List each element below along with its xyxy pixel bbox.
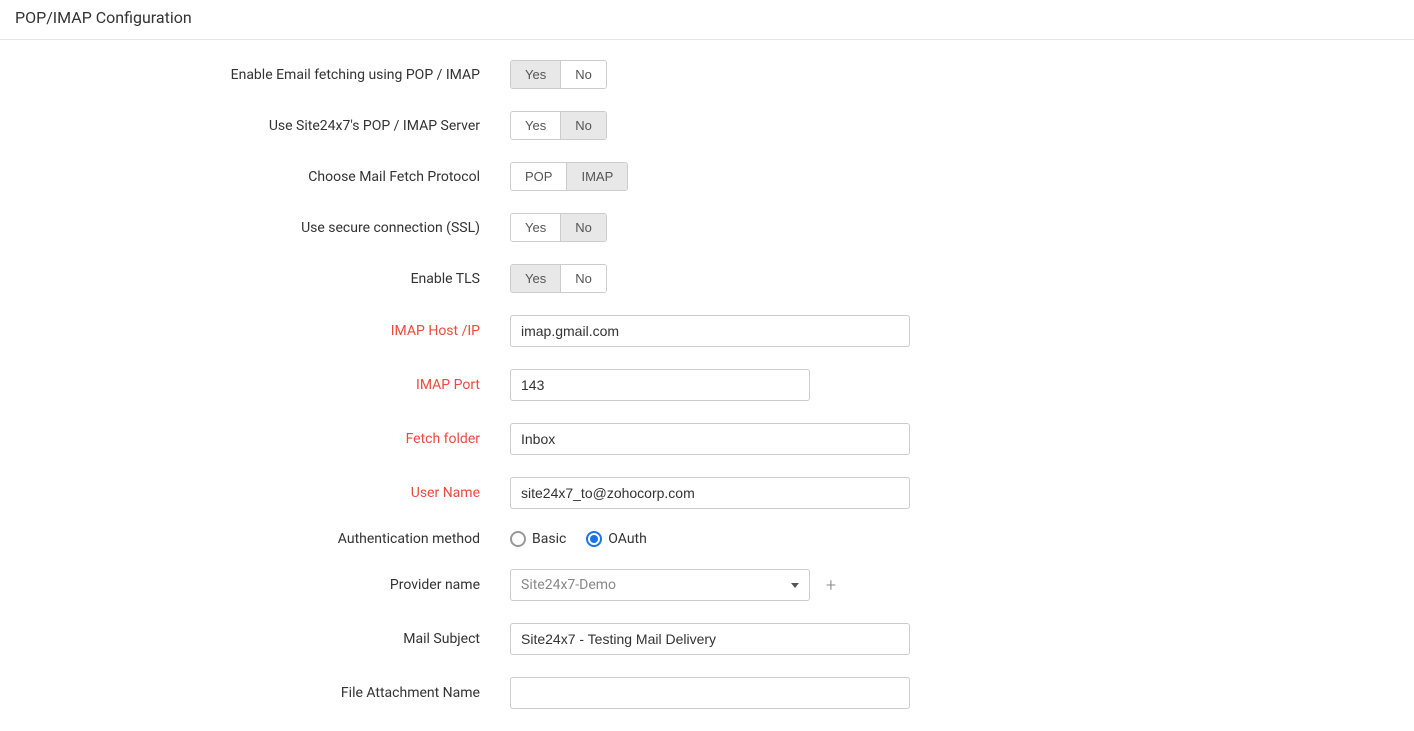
input-user-name[interactable] xyxy=(510,477,910,509)
label-tls: Enable TLS xyxy=(0,271,510,287)
radio-icon xyxy=(510,531,526,547)
row-user-name: User Name xyxy=(0,477,1414,509)
toggle-use-server-yes[interactable]: Yes xyxy=(511,112,560,139)
page-title: POP/IMAP Configuration xyxy=(0,0,1414,40)
row-tls: Enable TLS Yes No xyxy=(0,264,1414,293)
label-ssl: Use secure connection (SSL) xyxy=(0,220,510,236)
toggle-ssl-no[interactable]: No xyxy=(560,214,606,241)
row-fetch-folder: Fetch folder xyxy=(0,423,1414,455)
input-mail-subject[interactable] xyxy=(510,623,910,655)
label-auth-method: Authentication method xyxy=(0,531,510,547)
label-user-name: User Name xyxy=(0,485,510,501)
input-fetch-folder[interactable] xyxy=(510,423,910,455)
toggle-protocol-pop[interactable]: POP xyxy=(511,163,566,190)
row-imap-host: IMAP Host /IP xyxy=(0,315,1414,347)
toggle-use-server-no[interactable]: No xyxy=(560,112,606,139)
row-provider: Provider name Site24x7-Demo + xyxy=(0,569,1414,601)
toggle-mail-protocol: POP IMAP xyxy=(510,162,628,191)
label-fetch-folder: Fetch folder xyxy=(0,431,510,447)
input-attachment[interactable] xyxy=(510,677,910,709)
radio-icon xyxy=(586,531,602,547)
radio-label-basic: Basic xyxy=(532,531,566,547)
row-attachment: File Attachment Name xyxy=(0,677,1414,709)
toggle-ssl: Yes No xyxy=(510,213,607,242)
toggle-enable-fetching: Yes No xyxy=(510,60,607,89)
toggle-enable-fetching-no[interactable]: No xyxy=(560,61,606,88)
toggle-ssl-yes[interactable]: Yes xyxy=(511,214,560,241)
row-imap-port: IMAP Port xyxy=(0,369,1414,401)
form-container: Enable Email fetching using POP / IMAP Y… xyxy=(0,40,1414,709)
row-auth-method: Authentication method Basic OAuth xyxy=(0,531,1414,547)
radio-label-oauth: OAuth xyxy=(608,531,647,547)
add-provider-button[interactable]: + xyxy=(822,576,840,594)
row-ssl: Use secure connection (SSL) Yes No xyxy=(0,213,1414,242)
label-mail-subject: Mail Subject xyxy=(0,631,510,647)
radio-auth-oauth[interactable]: OAuth xyxy=(586,531,647,547)
toggle-tls-yes[interactable]: Yes xyxy=(511,265,560,292)
row-enable-fetching: Enable Email fetching using POP / IMAP Y… xyxy=(0,60,1414,89)
label-use-server: Use Site24x7's POP / IMAP Server xyxy=(0,118,510,134)
radio-auth-method: Basic OAuth xyxy=(510,531,647,547)
input-imap-host[interactable] xyxy=(510,315,910,347)
toggle-enable-fetching-yes[interactable]: Yes xyxy=(511,61,560,88)
select-provider[interactable]: Site24x7-Demo xyxy=(510,569,810,601)
label-imap-port: IMAP Port xyxy=(0,377,510,393)
plus-icon: + xyxy=(826,575,836,596)
row-mail-subject: Mail Subject xyxy=(0,623,1414,655)
label-imap-host: IMAP Host /IP xyxy=(0,323,510,339)
toggle-tls: Yes No xyxy=(510,264,607,293)
toggle-use-server: Yes No xyxy=(510,111,607,140)
label-enable-fetching: Enable Email fetching using POP / IMAP xyxy=(0,67,510,83)
row-mail-protocol: Choose Mail Fetch Protocol POP IMAP xyxy=(0,162,1414,191)
chevron-down-icon xyxy=(791,583,799,588)
label-provider: Provider name xyxy=(0,577,510,593)
input-imap-port[interactable] xyxy=(510,369,810,401)
radio-auth-basic[interactable]: Basic xyxy=(510,531,566,547)
select-provider-value: Site24x7-Demo xyxy=(521,577,616,593)
toggle-protocol-imap[interactable]: IMAP xyxy=(566,163,627,190)
row-use-server: Use Site24x7's POP / IMAP Server Yes No xyxy=(0,111,1414,140)
toggle-tls-no[interactable]: No xyxy=(560,265,606,292)
label-mail-protocol: Choose Mail Fetch Protocol xyxy=(0,169,510,185)
